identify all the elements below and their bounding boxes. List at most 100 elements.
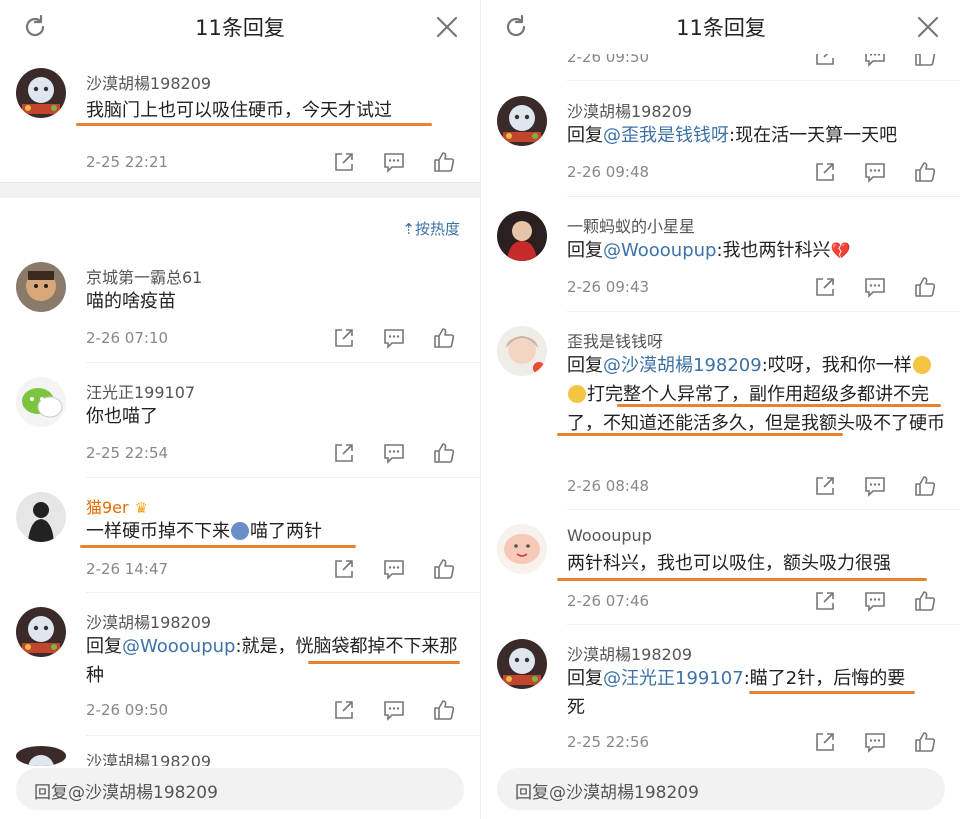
- sort-button[interactable]: ⇡按热度: [402, 218, 460, 239]
- reply-item-partial: 沙漠胡楊198209: [0, 746, 480, 766]
- text-part: 一样硬币掉不下来: [86, 521, 230, 542]
- panel-header: 11条回复: [0, 0, 480, 54]
- share-icon[interactable]: [332, 698, 356, 722]
- emoji-icon: [231, 522, 249, 540]
- avatar[interactable]: [16, 377, 66, 427]
- row-divider: [86, 735, 480, 736]
- reply-input[interactable]: 回复@沙漠胡楊198209: [16, 768, 464, 810]
- highlight-underline: [749, 691, 915, 694]
- comment-text: 回复@沙漠胡楊198209:哎呀，我和你一样打完整个人异常了，副作用超级多都讲不…: [567, 351, 947, 438]
- avatar[interactable]: [497, 326, 547, 376]
- mention-link[interactable]: @Woooupup: [122, 636, 235, 657]
- like-icon[interactable]: [913, 730, 937, 754]
- reply-prefix: 回复: [567, 125, 603, 146]
- username[interactable]: 猫9er ♛: [86, 494, 148, 518]
- share-icon[interactable]: [332, 441, 356, 465]
- comment-text: 喵的啥疫苗: [86, 291, 176, 312]
- row-divider: [86, 592, 480, 593]
- avatar[interactable]: [497, 96, 547, 146]
- share-icon[interactable]: [813, 160, 837, 184]
- share-icon[interactable]: [813, 275, 837, 299]
- username[interactable]: 歪我是钱钱呀: [567, 328, 663, 352]
- reply-item: 猫9er ♛ 一样硬币掉不下来 喵了两针 2-26 14:47: [0, 492, 480, 592]
- avatar[interactable]: [16, 68, 66, 118]
- avatar[interactable]: [497, 211, 547, 261]
- reply-icon[interactable]: [863, 730, 887, 754]
- reply-icon[interactable]: [863, 474, 887, 498]
- reply-icon[interactable]: [863, 589, 887, 613]
- avatar[interactable]: [16, 607, 66, 657]
- like-icon[interactable]: [913, 275, 937, 299]
- row-divider: [567, 509, 960, 510]
- username[interactable]: 一颗蚂蚁的小星星: [567, 213, 695, 237]
- comment-text: 回复@Woooupup:我也两针科兴💔: [567, 236, 941, 265]
- share-icon[interactable]: [332, 557, 356, 581]
- comment-text: 一样硬币掉不下来 喵了两针: [86, 517, 460, 546]
- comment-text: 你也喵了: [86, 406, 158, 427]
- reply-icon[interactable]: [382, 326, 406, 350]
- like-icon[interactable]: [432, 326, 456, 350]
- reply-icon[interactable]: [382, 698, 406, 722]
- like-icon[interactable]: [432, 557, 456, 581]
- username[interactable]: 沙漠胡楊198209: [86, 70, 211, 94]
- row-divider: [567, 624, 960, 625]
- like-icon[interactable]: [432, 150, 456, 174]
- like-icon[interactable]: [432, 698, 456, 722]
- close-icon[interactable]: [434, 14, 460, 40]
- mention-link[interactable]: @沙漠胡楊198209: [603, 355, 762, 376]
- emoji-icon: [912, 356, 931, 374]
- avatar[interactable]: [497, 639, 547, 689]
- text-part: 打完整个人异常了，副作用超级多都讲不完了，不知道还能活多久，但是我额头吸不了硬币: [567, 384, 945, 434]
- username[interactable]: Woooupup: [567, 526, 652, 545]
- avatar[interactable]: [16, 492, 66, 542]
- username[interactable]: 汪光正199107: [86, 379, 195, 403]
- like-icon[interactable]: [913, 589, 937, 613]
- share-icon[interactable]: [332, 326, 356, 350]
- mention-link[interactable]: @Woooupup: [603, 240, 716, 261]
- close-icon[interactable]: [915, 14, 941, 40]
- row-divider: [567, 311, 960, 312]
- reply-item: 汪光正199107 你也喵了 2-25 22:54: [0, 377, 480, 477]
- timestamp: 2-25 22:54: [86, 444, 169, 462]
- reply-icon[interactable]: [382, 441, 406, 465]
- share-icon[interactable]: [813, 589, 837, 613]
- timestamp: 2-26 09:43: [567, 278, 650, 296]
- like-icon[interactable]: [913, 474, 937, 498]
- comment-actions: [813, 730, 943, 754]
- comment-text: 我脑门上也可以吸住硬币，今天才试过: [86, 100, 392, 121]
- mention-link[interactable]: @汪光正199107: [603, 668, 744, 689]
- reply-icon[interactable]: [863, 275, 887, 299]
- reply-input-placeholder: 回复@沙漠胡楊198209: [515, 783, 699, 803]
- reply-item: 沙漠胡楊198209 回复@Woooupup:就是，恍脑袋都掉不下来那种 2-2…: [0, 607, 480, 737]
- username[interactable]: 沙漠胡楊198209: [567, 98, 692, 122]
- share-icon[interactable]: [813, 474, 837, 498]
- mention-link[interactable]: @歪我是钱钱呀: [603, 125, 729, 146]
- emoji-icon: [568, 385, 586, 403]
- reply-item: Woooupup 两针科兴，我也可以吸住，额头吸力很强 2-26 07:46: [481, 524, 960, 624]
- username[interactable]: 沙漠胡楊198209: [86, 609, 211, 633]
- username-text: 猫9er: [86, 498, 129, 517]
- timestamp: 2-26 09:48: [567, 163, 650, 181]
- share-icon[interactable]: [332, 150, 356, 174]
- comment-actions: [813, 474, 943, 498]
- text-part: :现在活一天算一天吧: [729, 125, 898, 146]
- sort-label: 按热度: [414, 220, 460, 238]
- text-part: :哎呀，我和你一样: [761, 355, 912, 376]
- avatar[interactable]: [497, 524, 547, 574]
- share-icon[interactable]: [813, 730, 837, 754]
- username[interactable]: 京城第一霸总61: [86, 264, 202, 288]
- reply-input[interactable]: 回复@沙漠胡楊198209: [497, 768, 945, 810]
- reply-prefix: 回复: [86, 636, 122, 657]
- timestamp: 2-26 08:48: [567, 477, 650, 495]
- reply-panel-left: 11条回复 沙漠胡楊198209 我脑门上也可以吸住硬币，今天才试过 2-25 …: [0, 0, 480, 819]
- username[interactable]: 沙漠胡楊198209: [86, 748, 211, 766]
- avatar[interactable]: [16, 746, 66, 766]
- avatar[interactable]: [16, 262, 66, 312]
- username[interactable]: 沙漠胡楊198209: [567, 641, 692, 665]
- reply-icon[interactable]: [382, 150, 406, 174]
- like-icon[interactable]: [432, 441, 456, 465]
- like-icon[interactable]: [913, 160, 937, 184]
- comment-actions: [332, 698, 462, 722]
- reply-icon[interactable]: [863, 160, 887, 184]
- reply-icon[interactable]: [382, 557, 406, 581]
